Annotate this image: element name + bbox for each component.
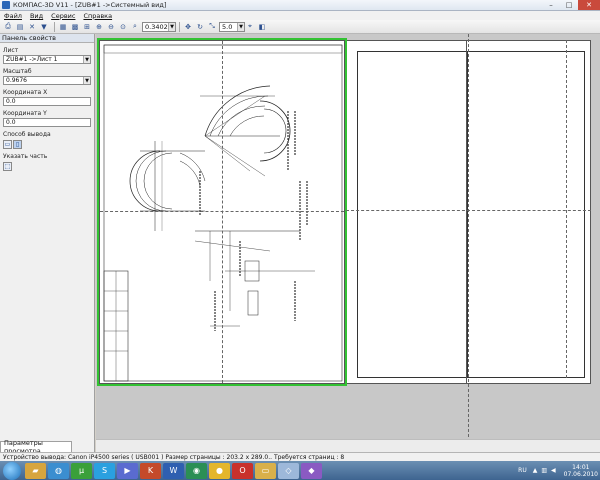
coord-y-label: Координата Y: [3, 110, 47, 117]
page-layout-icon[interactable]: ▦: [58, 22, 68, 32]
zoom-out-icon[interactable]: ⊖: [106, 22, 116, 32]
folder-icon[interactable]: ▭: [255, 462, 276, 479]
filter-icon[interactable]: ▼: [39, 22, 49, 32]
language-indicator[interactable]: RU: [518, 467, 527, 474]
page-split-line: [100, 211, 344, 212]
maximize-button[interactable]: □: [560, 0, 578, 10]
app-icon[interactable]: ◆: [301, 462, 322, 479]
page-split-line: [566, 40, 567, 378]
sheet-frame: [467, 51, 585, 378]
properties-panel: Панель свойств Лист ZUB#1 ->Лист 1 ▼ Мас…: [0, 34, 95, 455]
zoom-combo[interactable]: 0.3402 ▼: [142, 21, 176, 32]
horizontal-scrollbar[interactable]: [96, 439, 600, 452]
system-tray: RU ▲ ▥ ◀ 14:01 07.06.2010: [518, 461, 598, 480]
page-split-line: [468, 34, 469, 452]
print-preview-icon[interactable]: ▤: [15, 22, 25, 32]
menu-help[interactable]: Справка: [83, 12, 112, 20]
print-icon[interactable]: ⎙: [3, 22, 13, 32]
globe-icon[interactable]: ◍: [48, 462, 69, 479]
zoom-in-icon[interactable]: ⊕: [94, 22, 104, 32]
chevron-down-icon[interactable]: ▼: [83, 77, 90, 84]
output-page-icon[interactable]: ▭: [3, 140, 12, 149]
page-split-line: [222, 41, 223, 383]
chevron-down-icon[interactable]: ▼: [168, 22, 175, 31]
layers-icon[interactable]: ◧: [257, 22, 267, 32]
tray-arrow-icon[interactable]: ▲: [533, 467, 538, 474]
toolbar-separator: [54, 21, 55, 32]
zoom-value: 0.3402: [145, 22, 168, 31]
coord-x-value: 0.0: [6, 98, 16, 105]
network-icon[interactable]: ▥: [541, 467, 547, 474]
coord-x-input[interactable]: 0.0: [3, 97, 91, 106]
close-preview-icon[interactable]: ✕: [27, 22, 37, 32]
menu-service[interactable]: Сервис: [51, 12, 75, 20]
start-button[interactable]: [3, 461, 21, 480]
volume-icon[interactable]: ◀: [551, 467, 556, 474]
minimize-button[interactable]: –: [542, 0, 560, 10]
zoom-window-icon[interactable]: ⊞: [82, 22, 92, 32]
status-text: Устройство вывода: Canon iP4500 series (…: [3, 453, 345, 461]
kompas-app-icon: [2, 1, 10, 9]
output-fit-icon[interactable]: ▯: [13, 140, 22, 149]
preview-sheet: [466, 40, 591, 384]
coord-x-label: Координата X: [3, 89, 48, 96]
chrome-icon[interactable]: ●: [209, 462, 230, 479]
page-split-line: [346, 210, 591, 211]
kompas-icon[interactable]: K: [140, 462, 161, 479]
clock-time: 14:01: [572, 463, 590, 471]
clock[interactable]: 14:01 07.06.2010: [564, 464, 598, 478]
sheet-label: Лист: [3, 47, 19, 54]
print-preview-canvas[interactable]: [96, 34, 600, 452]
status-bar: Устройство вывода: Canon iP4500 series (…: [0, 452, 600, 461]
clock-date: 07.06.2010: [563, 470, 598, 478]
title-bar: КОМПАС-3D V11 - [ZUB#1 ->Системный вид] …: [0, 0, 600, 11]
step-combo[interactable]: 5.0 ▼: [219, 21, 245, 32]
torrent-icon[interactable]: μ: [71, 462, 92, 479]
taskbar: ▰ ◍ μ S ▶ K W ◉ ● O ▭ ◇ ◆ RU ▲ ▥ ◀ 14:01…: [0, 461, 600, 480]
zoom-fit-icon[interactable]: ⊙: [118, 22, 128, 32]
word-icon[interactable]: W: [163, 462, 184, 479]
sheet-value: ZUB#1 ->Лист 1: [6, 56, 58, 63]
skype-icon[interactable]: S: [94, 462, 115, 479]
select-part-label: Указать часть: [3, 153, 48, 160]
snap-icon[interactable]: ⌖: [245, 22, 255, 32]
explorer-icon[interactable]: ▰: [25, 462, 46, 479]
panel-title: Панель свойств: [0, 34, 94, 43]
grid-layout-icon[interactable]: ▩: [70, 22, 80, 32]
gear-drawing: [103, 44, 343, 382]
toolbar-separator: [179, 21, 180, 32]
scale-label: Масштаб: [3, 68, 32, 75]
chevron-down-icon[interactable]: ▼: [237, 22, 244, 31]
menu-bar: Файл Вид Сервис Справка: [0, 11, 600, 20]
rotate-icon[interactable]: ↻: [195, 22, 205, 32]
chevron-down-icon[interactable]: ▼: [83, 56, 90, 63]
coord-y-input[interactable]: 0.0: [3, 118, 91, 127]
zoom-search-icon[interactable]: ⌕: [130, 22, 140, 32]
scale-select[interactable]: 0.9676 ▼: [3, 76, 91, 85]
menu-file[interactable]: Файл: [4, 12, 22, 20]
player-icon[interactable]: ◉: [186, 462, 207, 479]
select-part-icon[interactable]: ⬚: [3, 162, 12, 171]
opera-icon[interactable]: O: [232, 462, 253, 479]
sheet-select[interactable]: ZUB#1 ->Лист 1 ▼: [3, 55, 91, 64]
media-icon[interactable]: ▶: [117, 462, 138, 479]
pan-icon[interactable]: ✥: [183, 22, 193, 32]
output-mode-label: Способ вывода: [3, 131, 51, 138]
close-button[interactable]: ✕: [578, 0, 600, 10]
scale-value: 0.9676: [6, 77, 27, 84]
toolbar: ⎙ ▤ ✕ ▼ ▦ ▩ ⊞ ⊕ ⊖ ⊙ ⌕ 0.3402 ▼ ✥ ↻ ⤡ 5.0…: [0, 20, 600, 34]
step-value: 5.0: [222, 22, 233, 31]
kompas-window-icon[interactable]: ◇: [278, 462, 299, 479]
menu-view[interactable]: Вид: [30, 12, 43, 20]
tab-view-parameters[interactable]: Параметры просмотра: [0, 439, 72, 455]
coord-y-value: 0.0: [6, 119, 16, 126]
selected-preview-sheet[interactable]: [97, 38, 347, 386]
scale-icon[interactable]: ⤡: [207, 22, 217, 32]
window-title: КОМПАС-3D V11 - [ZUB#1 ->Системный вид]: [13, 1, 167, 9]
